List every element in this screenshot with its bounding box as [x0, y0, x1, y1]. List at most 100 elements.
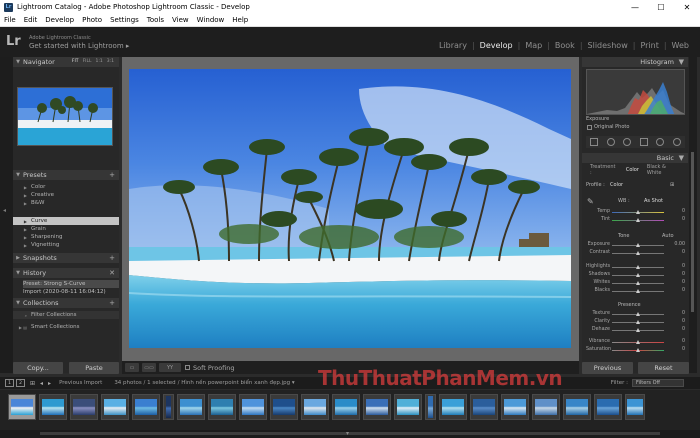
presets-header[interactable]: ▼ Presets +	[13, 170, 119, 180]
filmstrip-thumbnail[interactable]	[532, 394, 560, 420]
filmstrip-thumbnail[interactable]	[8, 394, 36, 420]
second-window-button[interactable]: 2	[16, 379, 25, 387]
slider-knob[interactable]	[636, 289, 640, 293]
history-header[interactable]: ▼ History ✕	[13, 268, 119, 278]
module-web[interactable]: Web	[667, 41, 694, 50]
white-balance-selector-icon[interactable]: ✎	[587, 197, 594, 206]
collapse-left-icon[interactable]: ◂	[3, 207, 6, 214]
slider-knob[interactable]	[636, 273, 640, 277]
collections-header[interactable]: ▼ Collections +	[13, 298, 119, 308]
menu-help[interactable]: Help	[228, 16, 252, 24]
histogram-header[interactable]: Histogram ▼	[582, 57, 688, 67]
add-collection-icon[interactable]: +	[109, 299, 115, 307]
close-button[interactable]: ✕	[674, 0, 700, 14]
menu-photo[interactable]: Photo	[78, 16, 106, 24]
forward-arrow-icon[interactable]: ▸	[48, 380, 51, 387]
contrast-slider[interactable]	[612, 251, 664, 255]
filmstrip-thumbnail[interactable]	[39, 394, 67, 420]
temp-value[interactable]: 0	[682, 209, 685, 214]
graduated-filter-icon[interactable]	[639, 138, 648, 146]
slider-knob[interactable]	[636, 218, 640, 222]
history-step[interactable]: Import (2020-08-11 16:04:12)	[23, 288, 119, 296]
clear-history-icon[interactable]: ✕	[109, 269, 115, 277]
vibrance-value[interactable]: 0	[682, 339, 685, 344]
preset-group-creative[interactable]: ▶ Creative	[13, 191, 119, 199]
preset-group-sharpening[interactable]: ▶ Sharpening	[13, 233, 119, 241]
saturation-value[interactable]: 0	[682, 347, 685, 352]
menu-window[interactable]: Window	[193, 16, 229, 24]
clarity-slider[interactable]	[612, 320, 664, 324]
highlights-value[interactable]: 0	[682, 264, 685, 269]
dehaze-value[interactable]: 0	[682, 327, 685, 332]
zoom-fill[interactable]: FILL	[81, 59, 94, 64]
filmstrip-scrollbar[interactable]: ▾	[0, 430, 700, 438]
slider-knob[interactable]	[636, 243, 640, 247]
saturation-slider[interactable]	[612, 348, 664, 352]
filmstrip-thumbnail[interactable]	[301, 394, 329, 420]
slider-knob[interactable]	[636, 251, 640, 255]
red-eye-icon[interactable]	[623, 138, 632, 146]
zoom-3-1[interactable]: 3:1	[105, 59, 116, 64]
treatment-color[interactable]: Color	[622, 167, 643, 173]
tint-value[interactable]: 0	[682, 217, 685, 222]
filter-dropdown[interactable]: Filters Off	[632, 379, 684, 387]
menu-file[interactable]: File	[0, 16, 20, 24]
filmstrip-thumbnail[interactable]	[501, 394, 529, 420]
exposure-value[interactable]: 0.00	[674, 242, 685, 247]
before-after-button[interactable]: ▭▭	[142, 363, 156, 372]
treatment-bw[interactable]: Black & White	[643, 164, 685, 176]
shadows-value[interactable]: 0	[682, 272, 685, 277]
image-canvas[interactable]	[122, 57, 579, 361]
back-arrow-icon[interactable]: ◂	[40, 380, 43, 387]
grid-view-icon[interactable]: ⊞	[30, 380, 35, 387]
module-develop[interactable]: Develop	[475, 41, 518, 50]
slider-knob[interactable]	[636, 340, 640, 344]
filmstrip-thumbnail[interactable]	[394, 394, 422, 420]
blacks-slider[interactable]	[612, 289, 664, 293]
preset-group-color[interactable]: ▶ Color	[13, 183, 119, 191]
paste-button[interactable]: Paste	[69, 362, 119, 374]
chevron-down-icon[interactable]: ▾	[346, 430, 349, 437]
adjustment-brush-icon[interactable]	[672, 138, 681, 146]
highlights-slider[interactable]	[612, 265, 664, 269]
filmstrip-thumbnail[interactable]	[163, 394, 174, 420]
maximize-button[interactable]: ☐	[648, 0, 674, 14]
history-step[interactable]: Preset: Strong S-Curve	[23, 280, 119, 288]
filmstrip-thumbnail[interactable]	[270, 394, 298, 420]
filmstrip-thumbnail[interactable]	[332, 394, 360, 420]
minimize-button[interactable]: —	[622, 0, 648, 14]
menu-edit[interactable]: Edit	[20, 16, 42, 24]
slider-knob[interactable]	[636, 348, 640, 352]
original-photo-checkbox[interactable]	[587, 125, 592, 130]
tone-auto-button[interactable]: Auto	[662, 233, 674, 239]
whites-slider[interactable]	[612, 281, 664, 285]
preset-group-curve[interactable]: ▶ Curve	[13, 217, 119, 225]
filmstrip-thumbnail[interactable]	[363, 394, 391, 420]
navigator-header[interactable]: ▼ Navigator FIT FILL 1:1 3:1	[13, 57, 119, 67]
basic-header[interactable]: Basic ▼	[582, 153, 688, 163]
crop-tool-icon[interactable]	[590, 138, 599, 146]
filmstrip-thumbnail[interactable]	[563, 394, 591, 420]
texture-value[interactable]: 0	[682, 311, 685, 316]
filmstrip-thumbnail[interactable]	[470, 394, 498, 420]
filmstrip-thumbnail[interactable]	[70, 394, 98, 420]
slider-knob[interactable]	[636, 210, 640, 214]
loupe-view-button[interactable]: ▭	[125, 363, 139, 372]
module-book[interactable]: Book	[550, 41, 580, 50]
main-photo[interactable]	[129, 69, 571, 348]
radial-filter-icon[interactable]	[656, 138, 665, 146]
filmstrip-source[interactable]: Previous Import	[59, 380, 102, 386]
right-panel-scrollbar[interactable]	[689, 57, 697, 373]
slider-knob[interactable]	[636, 312, 640, 316]
wb-value[interactable]: As Shot	[644, 198, 663, 204]
exposure-slider[interactable]	[612, 243, 664, 247]
slider-knob[interactable]	[636, 320, 640, 324]
zoom-fit[interactable]: FIT	[70, 59, 81, 64]
shadows-slider[interactable]	[612, 273, 664, 277]
soft-proofing-checkbox[interactable]	[185, 365, 190, 370]
slider-knob[interactable]	[636, 328, 640, 332]
whites-value[interactable]: 0	[682, 280, 685, 285]
preset-group-vignetting[interactable]: ▶ Vignetting	[13, 241, 119, 249]
contrast-value[interactable]: 0	[682, 250, 685, 255]
smart-collections[interactable]: ▶ ▤ Smart Collections	[13, 323, 119, 331]
